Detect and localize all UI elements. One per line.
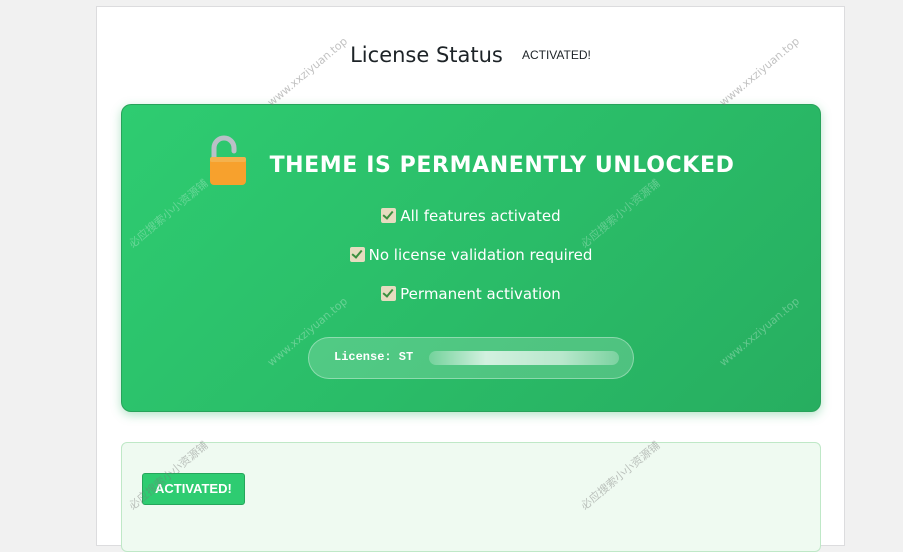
list-item: Permanent activation	[122, 281, 820, 320]
open-padlock-icon	[208, 135, 246, 187]
list-item: All features activated	[122, 203, 820, 242]
feature-label: Permanent activation	[400, 285, 561, 303]
feature-label: No license validation required	[368, 246, 593, 264]
card-title: THEME IS PERMANENTLY UNLOCKED	[269, 152, 735, 178]
activated-button[interactable]: ACTIVATED!	[142, 473, 245, 505]
license-key-redaction	[429, 351, 619, 365]
license-key-text: License: ST	[334, 350, 414, 364]
license-key-display: License: ST	[308, 337, 634, 379]
list-item: No license validation required	[122, 242, 820, 281]
license-status-header: License Status ACTIVATED!	[97, 43, 844, 67]
activation-panel: ACTIVATED!	[121, 442, 821, 552]
feature-list: All features activated No license valida…	[122, 203, 820, 320]
check-icon	[381, 208, 397, 223]
unlock-card: THEME IS PERMANENTLY UNLOCKED All featur…	[121, 104, 821, 412]
license-page: License Status ACTIVATED! THEME IS PERMA…	[96, 6, 845, 552]
card-heading: THEME IS PERMANENTLY UNLOCKED	[122, 135, 820, 187]
status-badge: ACTIVATED!	[521, 48, 591, 62]
page-title: License Status	[350, 43, 503, 67]
feature-label: All features activated	[400, 207, 561, 225]
check-icon	[381, 286, 397, 301]
check-icon	[349, 247, 365, 262]
